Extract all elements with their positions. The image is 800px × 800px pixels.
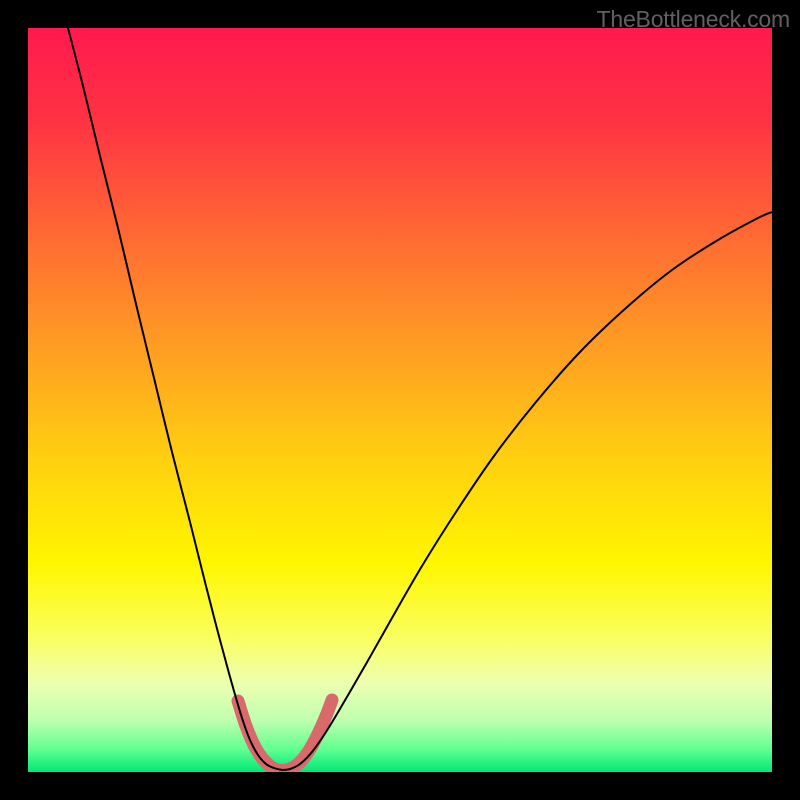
gradient-background bbox=[28, 28, 772, 772]
chart-frame bbox=[28, 28, 772, 772]
chart-canvas bbox=[28, 28, 772, 772]
watermark-text: TheBottleneck.com bbox=[597, 6, 790, 33]
